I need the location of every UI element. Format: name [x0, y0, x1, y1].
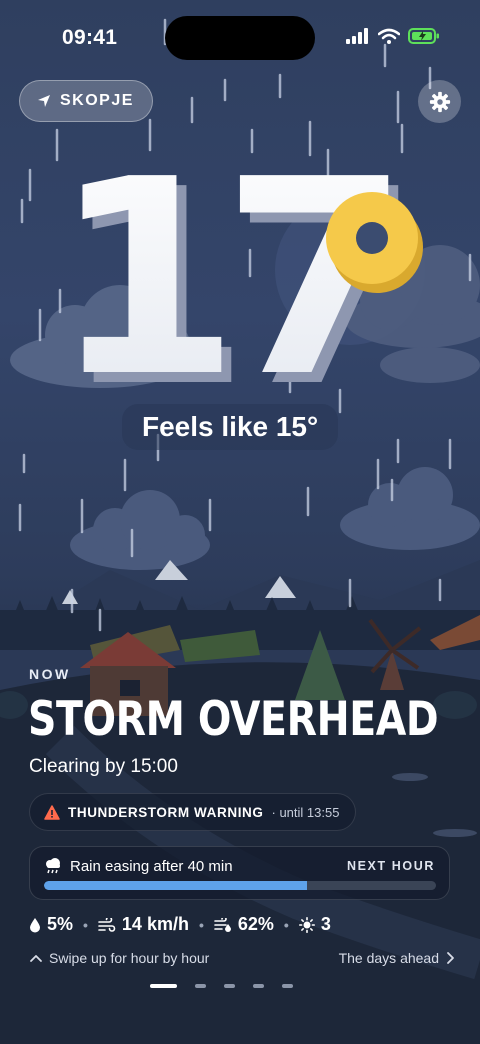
gear-icon	[429, 91, 450, 112]
wifi-icon	[378, 28, 400, 44]
dynamic-island	[165, 16, 315, 60]
rain-progress-fill	[44, 881, 307, 890]
rain-cloud-icon	[46, 858, 60, 874]
cloud-mid	[70, 490, 210, 570]
location-button[interactable]: SKOPJE	[19, 80, 153, 122]
status-time: 09:41	[62, 26, 118, 49]
humidity-value: 62%	[237, 914, 274, 934]
separator-dot: •	[283, 916, 289, 933]
settings-button[interactable]	[418, 80, 461, 123]
warning-title: THUNDERSTORM WARNING	[68, 804, 264, 820]
uv-value: 3	[320, 914, 331, 934]
status-icons	[346, 28, 440, 44]
condition-headline: STORM OVERHEAD	[28, 692, 439, 747]
location-arrow-icon	[38, 95, 50, 107]
days-ahead-label: The days ahead	[338, 950, 439, 966]
next-hour-tag: NEXT HOUR	[346, 859, 435, 873]
cloud-far-right	[340, 467, 480, 550]
next-hour-label: Rain easing after 40 min	[70, 857, 233, 875]
warning-until: · until 13:55	[271, 804, 340, 820]
stats-row: 5% • 14 km/h • 62% • 3	[29, 914, 331, 935]
days-ahead-link[interactable]: The days ahead	[339, 950, 455, 966]
separator-dot: •	[198, 916, 204, 933]
humidity-stat: 62%	[214, 914, 274, 935]
separator-dot: •	[83, 916, 88, 933]
page-dot-active[interactable]	[150, 984, 177, 988]
precipitation-value: 5%	[47, 914, 74, 934]
next-hour-summary: Rain easing after 40 min	[44, 857, 233, 875]
page-dot[interactable]	[224, 984, 235, 988]
page-dot[interactable]	[282, 984, 293, 988]
swipe-up-label: Swipe up for hour by hour	[49, 950, 210, 966]
raindrop-icon	[30, 917, 40, 932]
rain-progress-track	[44, 881, 436, 890]
wind-icon	[98, 917, 116, 932]
swipe-up-hint[interactable]: Swipe up for hour by hour	[29, 950, 209, 966]
temperature-display: 17 17	[52, 150, 423, 400]
uv-stat: 3	[298, 914, 331, 935]
humidity-wind-icon	[214, 917, 231, 932]
page-dot[interactable]	[253, 984, 264, 988]
warning-triangle-icon	[44, 804, 60, 820]
chevron-up-icon	[30, 955, 42, 962]
precipitation-stat: 5%	[29, 914, 73, 935]
now-label: NOW	[29, 666, 71, 682]
page-dot[interactable]	[195, 984, 206, 988]
feels-like: Feels like 15°	[122, 404, 339, 450]
thunderstorm-warning-pill[interactable]: THUNDERSTORM WARNING · until 13:55	[29, 793, 357, 831]
battery-charging-icon	[408, 28, 439, 44]
weather-screen: 09:41 SKOPJE 17 17 Feels like 15° NOW ST…	[0, 0, 480, 1044]
page-indicator[interactable]	[150, 984, 293, 988]
chevron-right-icon	[447, 952, 454, 964]
wind-value: 14 km/h	[121, 914, 189, 934]
clearing-text: Clearing by 15:00	[29, 756, 178, 777]
wind-stat: 14 km/h	[98, 914, 189, 935]
sun-icon	[298, 916, 315, 933]
location-label: SKOPJE	[60, 92, 134, 109]
next-hour-card[interactable]: Rain easing after 40 min NEXT HOUR	[29, 846, 450, 900]
signal-icon	[346, 28, 368, 44]
